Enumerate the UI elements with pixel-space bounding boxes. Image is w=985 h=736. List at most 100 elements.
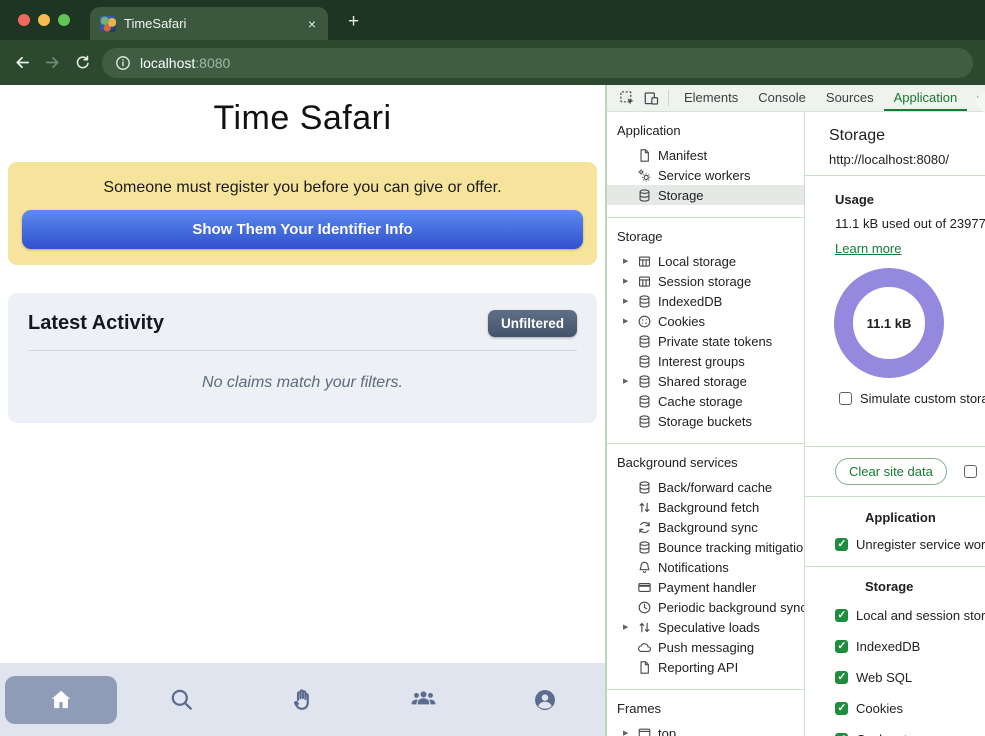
nav-search[interactable] bbox=[121, 686, 242, 713]
sidebar-item-top[interactable]: ▶top bbox=[607, 723, 804, 736]
reload-icon[interactable] bbox=[72, 53, 92, 73]
back-icon[interactable] bbox=[12, 53, 32, 73]
sidebar-item-shared-storage[interactable]: ▶ Shared storage bbox=[607, 371, 804, 391]
devtools-tab-elements[interactable]: Elements bbox=[674, 85, 748, 112]
expand-arrow-icon[interactable]: ▶ bbox=[623, 377, 636, 385]
expand-arrow-icon[interactable]: ▶ bbox=[623, 729, 636, 736]
sidebar-section-title: Frames bbox=[607, 701, 804, 723]
browser-tab[interactable]: TimeSafari × bbox=[90, 7, 328, 40]
sidebar-item-manifest[interactable]: Manifest bbox=[607, 145, 804, 165]
sidebar-item-indexeddb[interactable]: ▶IndexedDB bbox=[607, 291, 804, 311]
checkbox-checked-cookies[interactable] bbox=[835, 702, 848, 715]
sidebar-item-cache-storage[interactable]: Cache storage bbox=[607, 391, 804, 411]
sidebar-item-label: Background fetch bbox=[658, 500, 759, 515]
sidebar-item-label: Push messaging bbox=[658, 640, 754, 655]
sidebar-item-label: Cache storage bbox=[658, 394, 743, 409]
sidebar-item-storage[interactable]: Storage bbox=[607, 185, 804, 205]
third-party-cookies-checkbox[interactable] bbox=[964, 465, 977, 478]
devtools-tab-console[interactable]: Console bbox=[748, 85, 816, 112]
sidebar-item-label: Notifications bbox=[658, 560, 729, 575]
application-section-heading: Application bbox=[865, 510, 985, 525]
sidebar-item-local-storage[interactable]: ▶Local storage bbox=[607, 251, 804, 271]
hand-icon bbox=[289, 686, 316, 713]
sidebar-item-reporting-api[interactable]: Reporting API bbox=[607, 657, 804, 677]
expand-arrow-icon[interactable]: ▶ bbox=[623, 277, 636, 285]
tab-title: TimeSafari bbox=[124, 16, 298, 31]
person-icon bbox=[532, 687, 558, 713]
sidebar-item-interest-groups[interactable]: Interest groups bbox=[607, 351, 804, 371]
clear-site-data-button[interactable]: Clear site data bbox=[835, 458, 947, 485]
inspect-element-icon[interactable] bbox=[615, 88, 639, 108]
clear-option-local-and-session-storage: Local and session storage bbox=[835, 608, 985, 623]
sidebar-item-service-workers[interactable]: Service workers bbox=[607, 165, 804, 185]
sidebar-item-label: Shared storage bbox=[658, 374, 747, 389]
sidebar-section-frames: Frames▶top bbox=[607, 690, 804, 736]
expand-arrow-icon[interactable]: ▶ bbox=[623, 317, 636, 325]
arrows-up-down-icon bbox=[636, 499, 652, 515]
sidebar-item-cookies[interactable]: ▶Cookies bbox=[607, 311, 804, 331]
expand-arrow-icon[interactable]: ▶ bbox=[623, 257, 636, 265]
nav-home[interactable] bbox=[0, 676, 121, 724]
gears-icon bbox=[636, 167, 652, 183]
expand-arrow-icon[interactable]: ▶ bbox=[623, 623, 636, 631]
show-identifier-info-button[interactable]: Show Them Your Identifier Info bbox=[22, 210, 583, 249]
nav-account[interactable] bbox=[484, 687, 605, 713]
simulate-quota-checkbox[interactable] bbox=[839, 392, 852, 405]
device-toolbar-icon[interactable] bbox=[639, 88, 663, 108]
close-window-button[interactable] bbox=[18, 14, 30, 26]
site-info-icon[interactable] bbox=[115, 55, 131, 71]
devtools-tab-application[interactable]: Application bbox=[884, 85, 968, 112]
learn-more-link[interactable]: Learn more bbox=[835, 241, 901, 256]
table-icon bbox=[636, 253, 652, 269]
sidebar-item-payment-handler[interactable]: Payment handler bbox=[607, 577, 804, 597]
sidebar-item-background-fetch[interactable]: Background fetch bbox=[607, 497, 804, 517]
sidebar-item-label: Bounce tracking mitigations bbox=[658, 540, 805, 555]
minimize-window-button[interactable] bbox=[38, 14, 50, 26]
checkbox-checked-indexeddb[interactable] bbox=[835, 640, 848, 653]
sidebar-item-periodic-background-sync[interactable]: Periodic background sync bbox=[607, 597, 804, 617]
sidebar-item-label: Periodic background sync bbox=[658, 600, 805, 615]
sidebar-section-background-services: Background servicesBack/forward cacheBac… bbox=[607, 444, 804, 690]
checkbox-checked-unregister-service-workers[interactable] bbox=[835, 538, 848, 551]
usage-donut-label: 11.1 kB bbox=[853, 287, 925, 359]
expand-arrow-icon[interactable]: ▶ bbox=[623, 297, 636, 305]
zoom-window-button[interactable] bbox=[58, 14, 70, 26]
bottom-navigation bbox=[0, 663, 605, 736]
sidebar-item-session-storage[interactable]: ▶Session storage bbox=[607, 271, 804, 291]
url-bar[interactable]: localhost:8080 bbox=[102, 48, 973, 78]
clock-icon bbox=[636, 599, 652, 615]
storage-section-heading: Storage bbox=[865, 579, 985, 594]
forward-icon[interactable] bbox=[42, 53, 62, 73]
database-icon bbox=[636, 293, 652, 309]
checkbox-checked-local-and-session-storage[interactable] bbox=[835, 609, 848, 622]
storage-panel-title: Storage bbox=[829, 127, 985, 145]
cookie-icon bbox=[636, 313, 652, 329]
sidebar-item-private-state-tokens[interactable]: Private state tokens bbox=[607, 331, 804, 351]
toolbar-separator bbox=[668, 90, 669, 106]
checkbox-checked-web-sql[interactable] bbox=[835, 671, 848, 684]
devtools-tab-sources[interactable]: Sources bbox=[816, 85, 884, 112]
page-title: Time Safari bbox=[0, 99, 605, 138]
document-icon bbox=[636, 659, 652, 675]
sidebar-item-speculative-loads[interactable]: ▶Speculative loads bbox=[607, 617, 804, 637]
sidebar-item-push-messaging[interactable]: Push messaging bbox=[607, 637, 804, 657]
clear-option-label: Cookies bbox=[856, 701, 903, 716]
sidebar-item-background-sync[interactable]: Background sync bbox=[607, 517, 804, 537]
tab-close-icon[interactable]: × bbox=[306, 16, 318, 32]
usage-heading: Usage bbox=[835, 192, 985, 207]
new-tab-button[interactable]: + bbox=[348, 11, 359, 33]
database-icon bbox=[636, 353, 652, 369]
sidebar-item-storage-buckets[interactable]: Storage buckets bbox=[607, 411, 804, 431]
sidebar-item-bounce-tracking-mitigations[interactable]: Bounce tracking mitigations bbox=[607, 537, 804, 557]
nav-raised-hand[interactable] bbox=[242, 686, 363, 713]
alert-message: Someone must register you before you can… bbox=[22, 179, 583, 197]
sidebar-item-notifications[interactable]: Notifications bbox=[607, 557, 804, 577]
nav-people[interactable] bbox=[363, 685, 484, 714]
storage-panel-header: Storage http://localhost:8080/ bbox=[805, 112, 985, 176]
unfiltered-button[interactable]: Unfiltered bbox=[488, 310, 577, 337]
document-icon bbox=[636, 147, 652, 163]
sidebar-item-back-forward-cache[interactable]: Back/forward cache bbox=[607, 477, 804, 497]
arrows-up-down-icon bbox=[636, 619, 652, 635]
browser-toolbar: localhost:8080 bbox=[0, 40, 985, 85]
people-icon bbox=[409, 685, 438, 714]
